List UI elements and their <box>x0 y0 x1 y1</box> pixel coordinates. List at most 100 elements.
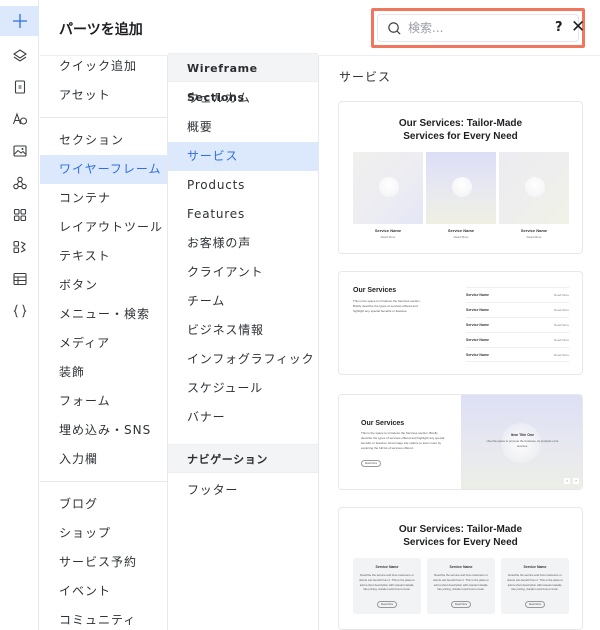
section-item[interactable]: 概要 <box>168 113 318 142</box>
section-preview-card-1[interactable]: Our Services: Tailor-Made Services for E… <box>338 101 583 254</box>
service-box: Service Name Describe the service and ho… <box>427 558 495 614</box>
close-button[interactable]: ✕ <box>571 17 585 37</box>
search-input[interactable] <box>408 21 558 35</box>
service-row: Service Name Read More <box>466 287 569 302</box>
search-icon <box>388 21 401 35</box>
text-theme-icon <box>12 112 27 125</box>
service-name: Service Name <box>466 308 489 312</box>
read-more-button: Read More <box>451 601 471 608</box>
section-item[interactable]: スケジュール <box>168 374 318 403</box>
placeholder-circle <box>525 177 545 197</box>
service-row: Service Name Read More <box>466 347 569 362</box>
category-item[interactable]: フォーム <box>40 387 167 416</box>
service-link: Read More <box>453 235 469 239</box>
add-elements-button[interactable] <box>0 6 39 36</box>
section-item[interactable]: クライアント <box>168 258 318 287</box>
cms-button[interactable] <box>0 264 39 294</box>
card-title-line: Services for Every Need <box>403 131 518 142</box>
slide-description: Use this space to promote the business, … <box>486 439 559 448</box>
service-description: Describe the service and how customers o… <box>359 573 415 592</box>
chevron-right-icon: › <box>573 478 579 484</box>
help-button[interactable]: ? <box>555 20 563 35</box>
category-item[interactable]: テキスト <box>40 242 167 271</box>
service-link: Read More <box>554 338 569 342</box>
category-item[interactable]: コンテナ <box>40 184 167 213</box>
category-item[interactable]: サービス予約 <box>40 548 167 577</box>
section-preview-card-3[interactable]: Our Services This is the space to introd… <box>338 394 583 490</box>
section-item[interactable]: バナー <box>168 403 318 432</box>
theme-button[interactable] <box>0 104 39 134</box>
card-description: This is the space to introduce the Servi… <box>353 299 421 313</box>
card-text-side: Our Services This is the space to introd… <box>339 395 461 489</box>
layers-button[interactable] <box>0 41 39 71</box>
preview-panel: サービス Our Services: Tailor-Made Services … <box>320 56 600 630</box>
service-name: Service Name <box>466 353 489 357</box>
card-title: Our Services <box>353 287 397 294</box>
service-name: Service Name <box>375 565 399 569</box>
service-box: Service Name Describe the service and ho… <box>353 558 421 614</box>
section-item[interactable]: ビジネス情報 <box>168 316 318 345</box>
category-item[interactable]: ワイヤーフレーム <box>40 155 167 184</box>
section-preview-card-2[interactable]: Our Services This is the space to introd… <box>338 271 583 375</box>
section-item[interactable]: ウェルカム <box>168 84 318 113</box>
integrations-button[interactable] <box>0 232 39 262</box>
read-more-button: Read More <box>361 460 381 467</box>
section-item[interactable]: インフォグラフィック <box>168 345 318 374</box>
card-title-line: Services for Every Need <box>403 537 518 548</box>
service-description: Describe the service and how customers o… <box>433 573 489 592</box>
preview-title: サービス <box>339 70 392 84</box>
category-item[interactable]: ブログ <box>40 490 167 519</box>
service-name: Service Name <box>466 323 489 327</box>
section-preview-card-4[interactable]: Our Services: Tailor-Made Services for E… <box>338 507 583 630</box>
read-more-button: Read More <box>377 601 397 608</box>
category-item[interactable]: アセット <box>40 81 167 110</box>
section-item[interactable]: サービス <box>168 142 318 171</box>
card-slider-side: Item Title One Use this space to promote… <box>461 395 582 489</box>
category-item[interactable]: メディア <box>40 329 167 358</box>
card-description: This is the space to introduce the Servi… <box>361 431 445 450</box>
plus-icon <box>12 14 27 28</box>
read-more-button: Read More <box>525 601 545 608</box>
service-image-placeholder <box>499 152 569 224</box>
section-list: Wireframe Sections ウェルカム 概要 サービス Products Fea… <box>168 53 319 630</box>
category-item[interactable]: ショップ <box>40 519 167 548</box>
apps-icon <box>12 176 27 190</box>
service-link: Read More <box>554 308 569 312</box>
grid-button[interactable] <box>0 200 39 230</box>
section-item[interactable]: Products <box>168 171 318 200</box>
category-item[interactable]: コミュニティ <box>40 606 167 630</box>
section-item[interactable]: お客様の声 <box>168 229 318 258</box>
search-box[interactable] <box>377 14 579 42</box>
integrations-icon <box>12 240 26 254</box>
category-item[interactable]: セクション <box>40 126 167 155</box>
service-description: Describe the service and how customers o… <box>507 573 563 592</box>
category-item[interactable]: イベント <box>40 577 167 606</box>
service-link: Read More <box>554 353 569 357</box>
service-name: Service Name <box>523 565 547 569</box>
section-item[interactable]: チーム <box>168 287 318 316</box>
placeholder-circle <box>379 177 399 197</box>
category-item[interactable]: 装飾 <box>40 358 167 387</box>
category-item[interactable]: ボタン <box>40 271 167 300</box>
service-row: Service Name Read More <box>466 302 569 317</box>
service-link: Read More <box>554 323 569 327</box>
category-item[interactable]: レイアウトツール <box>40 213 167 242</box>
section-item[interactable]: フッター <box>168 476 318 505</box>
service-name: Service Name <box>520 228 548 233</box>
pages-button[interactable] <box>0 72 39 102</box>
category-item[interactable]: 入力欄 <box>40 445 167 474</box>
service-row: Service Name Read More <box>466 332 569 347</box>
category-item[interactable]: 埋め込み・SNS <box>40 416 167 445</box>
media-button[interactable] <box>0 136 39 166</box>
left-tool-rail <box>0 0 39 630</box>
code-button[interactable] <box>0 296 39 326</box>
apps-button[interactable] <box>0 168 39 198</box>
section-group-header: Wireframe Sections <box>168 53 318 104</box>
service-name: Service Name <box>466 293 489 297</box>
card-title: Our Services: Tailor-Made Services for E… <box>339 523 582 549</box>
category-item[interactable]: メニュー・検索 <box>40 300 167 329</box>
service-name: Service Name <box>447 228 475 233</box>
service-row: Service Name Read More <box>466 317 569 332</box>
section-item[interactable]: Features <box>168 200 318 229</box>
category-item[interactable]: クイック追加 <box>40 52 167 81</box>
